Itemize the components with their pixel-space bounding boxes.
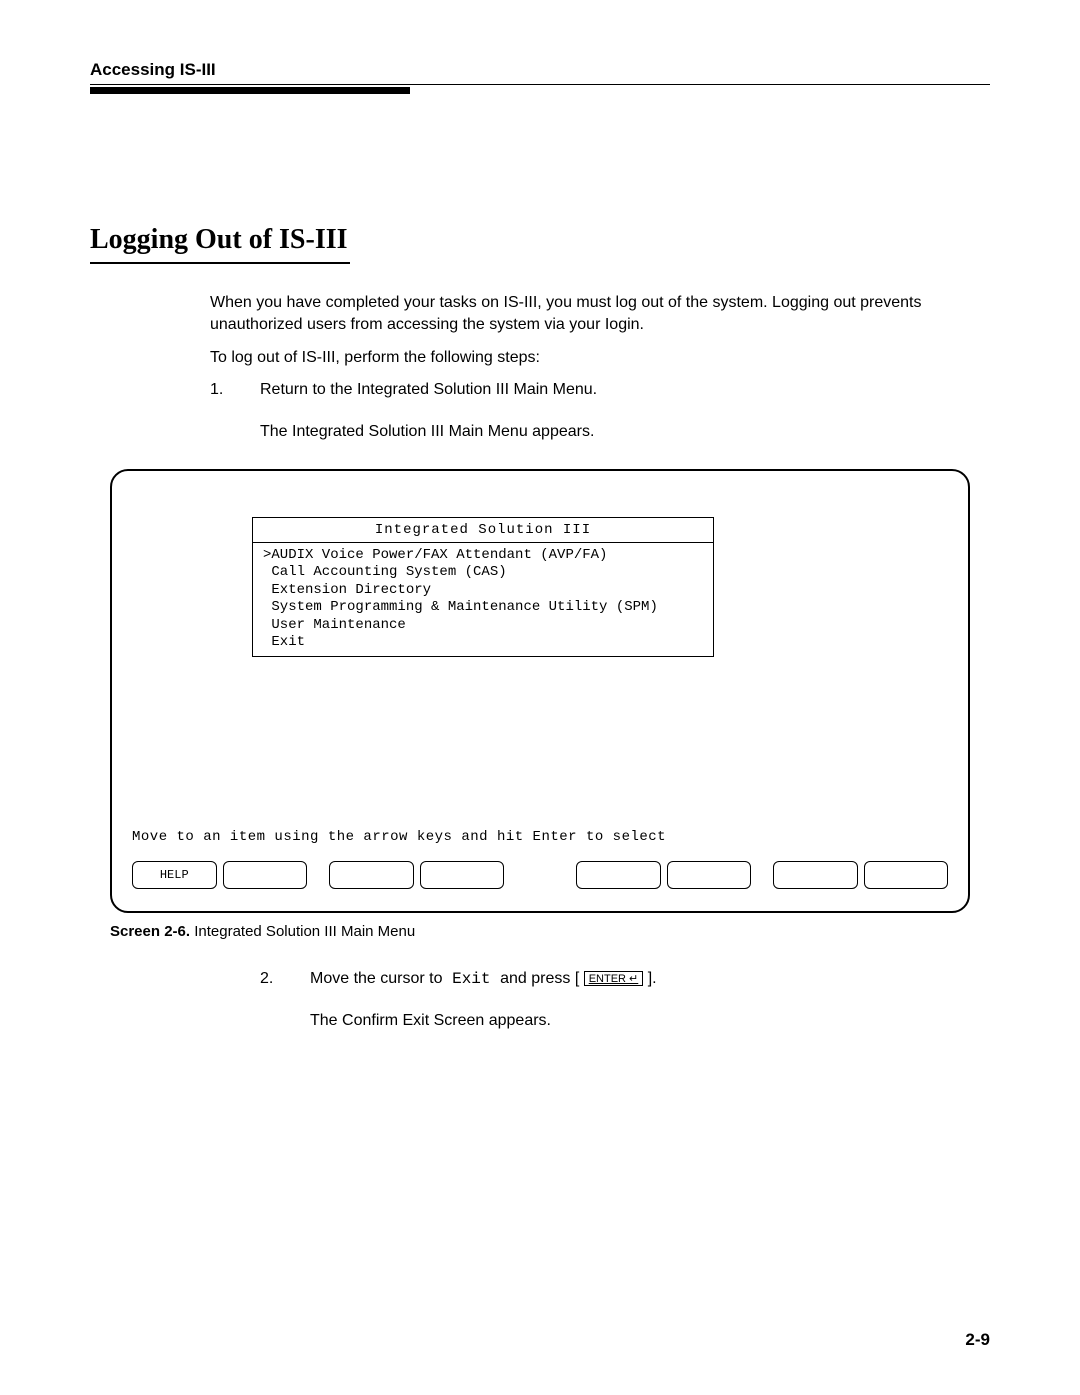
step-2-post: ]. xyxy=(643,970,656,987)
caption-text: Integrated Solution III Main Menu xyxy=(190,923,415,940)
step-2-block: 2. Move the cursor to Exit and press [ E… xyxy=(260,970,990,1030)
step-2-result: The Confirm Exit Screen appears. xyxy=(310,1012,990,1030)
terminal-screen: Integrated Solution III >AUDIX Voice Pow… xyxy=(110,469,970,913)
intro-para-2: To log out of IS-III, perform the follow… xyxy=(210,347,960,369)
intro-block: When you have completed your tasks on IS… xyxy=(210,292,960,441)
enter-key-icon: ENTER ↵ xyxy=(584,971,644,986)
fkey-1: HELP xyxy=(132,861,217,889)
fkey-6 xyxy=(667,861,752,889)
step-1-number: 1. xyxy=(210,381,232,399)
running-head: Accessing IS-III xyxy=(90,60,990,84)
step-2-text: Move the cursor to Exit and press [ ENTE… xyxy=(310,970,657,988)
menu-title: Integrated Solution III xyxy=(253,518,713,543)
page-number: 2-9 xyxy=(965,1330,990,1350)
step-2-number: 2. xyxy=(260,970,282,988)
figure-caption: Screen 2-6. Integrated Solution III Main… xyxy=(110,923,970,940)
caption-label: Screen 2-6. xyxy=(110,923,190,940)
fkey-5 xyxy=(576,861,661,889)
fkey-4 xyxy=(420,861,505,889)
step-1-text: Return to the Integrated Solution III Ma… xyxy=(260,381,597,399)
step-2-pre: Move the cursor to xyxy=(310,970,443,987)
step-2-row: 2. Move the cursor to Exit and press [ E… xyxy=(260,970,990,988)
fkey-2 xyxy=(223,861,308,889)
section-heading: Logging Out of IS-III xyxy=(90,224,350,264)
screen-hint: Move to an item using the arrow keys and… xyxy=(132,829,666,845)
fkey-7 xyxy=(773,861,858,889)
step-1-result: The Integrated Solution III Main Menu ap… xyxy=(260,423,960,441)
step-2-mid: and press [ xyxy=(500,970,584,987)
intro-para-1: When you have completed your tasks on IS… xyxy=(210,292,960,335)
step-2-code: Exit xyxy=(443,970,501,988)
menu-box: Integrated Solution III >AUDIX Voice Pow… xyxy=(252,517,714,657)
function-key-row: HELP xyxy=(132,861,948,889)
running-head-rule: Accessing IS-III xyxy=(90,60,990,85)
fkey-8 xyxy=(864,861,949,889)
header-thick-bar xyxy=(90,87,410,94)
menu-items: >AUDIX Voice Power/FAX Attendant (AVP/FA… xyxy=(253,543,713,656)
fkey-3 xyxy=(329,861,414,889)
step-1-row: 1. Return to the Integrated Solution III… xyxy=(210,381,960,399)
